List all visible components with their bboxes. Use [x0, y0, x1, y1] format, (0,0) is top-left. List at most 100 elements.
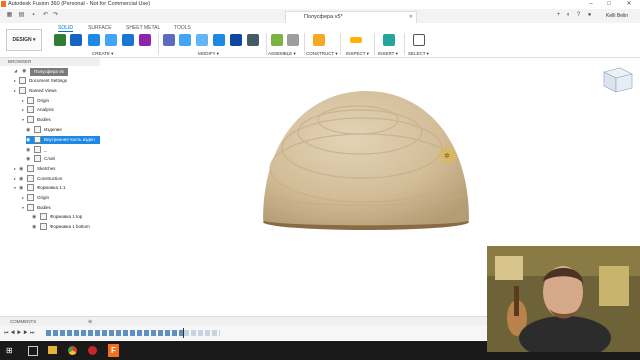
file-explorer-icon[interactable] — [48, 346, 57, 354]
browser-node[interactable]: ▸ Analysis — [22, 106, 54, 114]
task-view-icon[interactable] — [28, 346, 38, 356]
user-name[interactable]: Kelli Belin — [606, 13, 628, 19]
timeline-features[interactable] — [46, 330, 184, 336]
tab-surface[interactable]: SURFACE — [88, 25, 112, 31]
close-button[interactable]: ✕ — [622, 0, 636, 9]
timeline-suppressed-features[interactable] — [184, 330, 220, 336]
browser-node[interactable]: ▸ Document Settings — [14, 77, 67, 85]
tab-sheet-metal[interactable]: SHEET METAL — [126, 25, 160, 31]
document-tab[interactable]: Полусфера v5* ✕ — [285, 11, 417, 23]
select-icon[interactable] — [413, 34, 425, 46]
folder-icon — [27, 97, 34, 105]
save-icon[interactable]: ▪ — [30, 12, 37, 19]
file-icon[interactable]: ▤ — [18, 12, 25, 19]
divider — [304, 33, 305, 55]
divider — [374, 33, 375, 55]
move-icon[interactable] — [247, 34, 259, 46]
expand-arrow-icon[interactable]: ◢ — [14, 68, 17, 73]
browser-node[interactable]: ▸ Named Views — [14, 87, 57, 95]
chrome-icon[interactable] — [68, 346, 77, 355]
body-icon — [34, 155, 41, 163]
folder-icon — [19, 87, 26, 95]
create-menu[interactable]: CREATE ▾ — [92, 51, 113, 57]
visibility-eye-icon[interactable]: ◉ — [22, 68, 26, 74]
sweep-icon[interactable] — [122, 34, 134, 46]
timeline-marker[interactable] — [183, 328, 184, 338]
chamfer-icon[interactable] — [196, 34, 208, 46]
fillet-icon[interactable] — [179, 34, 191, 46]
body-icon — [40, 213, 47, 221]
modify-menu[interactable]: MODIFY ▾ — [198, 51, 219, 57]
toolbar: DESIGN ▾ SOLID SURFACE SHEET METAL TOOLS… — [0, 23, 640, 58]
component-icon — [27, 184, 34, 192]
maximize-button[interactable]: □ — [602, 0, 616, 9]
folder-icon — [27, 116, 34, 124]
tab-solid[interactable]: SOLID — [58, 25, 74, 32]
combine-icon[interactable] — [230, 34, 242, 46]
view-cube[interactable] — [603, 67, 633, 93]
tab-bar: ▦ ▤ ▪ ↶ ↷ Полусфера v5* ✕ + ◐ ? ● Kelli … — [0, 9, 640, 24]
browser-root[interactable]: Полусфера v5 — [30, 68, 68, 76]
user-icon[interactable]: ● — [586, 12, 593, 19]
browser-node[interactable]: ◉ _ — [26, 146, 47, 154]
body-icon — [34, 136, 41, 144]
hemisphere-model[interactable]: ✲ — [263, 91, 469, 230]
tab-tools[interactable]: TOOLS — [174, 25, 191, 31]
browser-node[interactable]: ▸ ◉ Construction — [14, 175, 62, 183]
minimize-button[interactable]: – — [584, 0, 598, 9]
browser-node[interactable]: ◉ Формовка 1 bottom — [32, 223, 90, 231]
browser-header[interactable]: BROWSER — [0, 58, 100, 66]
browser-node[interactable]: ▾ Bodies — [22, 204, 51, 212]
browser-node-selected[interactable]: ◉ Внутренняя часть издел — [26, 136, 102, 144]
inspect-menu[interactable]: INSPECT ▾ — [346, 51, 369, 57]
fusion-logo-icon — [1, 1, 6, 7]
folder-icon — [27, 175, 34, 183]
webcam-overlay — [487, 246, 640, 352]
revolve-icon[interactable] — [105, 34, 117, 46]
browser-node[interactable]: ▾ Bodies — [22, 116, 51, 124]
close-tab-icon[interactable]: ✕ — [409, 14, 413, 20]
browser-node[interactable]: ▾ ◉ Формовка 1:1 — [14, 184, 66, 192]
new-component-assemble-icon[interactable] — [271, 34, 283, 46]
settings-icon — [19, 77, 26, 85]
workspace-switcher[interactable]: DESIGN ▾ — [6, 29, 42, 51]
joint-icon[interactable] — [287, 34, 299, 46]
browser-title: BROWSER — [8, 59, 32, 64]
undo-icon[interactable]: ↶ — [42, 12, 49, 19]
browser-node[interactable]: ▸ Origin — [22, 97, 49, 105]
measure-icon[interactable] — [350, 37, 362, 43]
obs-icon[interactable] — [88, 346, 97, 355]
app-grid-icon[interactable]: ▦ — [6, 12, 13, 19]
folder-icon — [27, 165, 34, 173]
playback-controls-icon[interactable]: ⏮◀▶▶⏭ — [4, 330, 36, 336]
document-tab-title: Полусфера v5* — [304, 14, 343, 20]
insert-menu[interactable]: INSERT ▾ — [378, 51, 398, 57]
folder-icon — [27, 194, 34, 202]
browser-node[interactable]: ◉ Формовка 1 top — [32, 213, 82, 221]
fusion-taskbar-icon[interactable]: F — [108, 344, 119, 357]
body-icon — [34, 126, 41, 134]
window-title: Autodesk Fusion 360 (Personal - Not for … — [8, 1, 151, 7]
select-menu[interactable]: SELECT ▾ — [408, 51, 429, 57]
construct-menu[interactable]: CONSTRUCT ▾ — [306, 51, 338, 57]
loft-icon[interactable] — [139, 34, 151, 46]
job-status-icon[interactable]: ◐ — [565, 12, 572, 19]
browser-node[interactable]: ◉ Изделие — [26, 126, 62, 134]
add-comment-icon[interactable]: ⊕ — [88, 319, 92, 325]
browser-node[interactable]: ◉ Слой — [26, 155, 55, 163]
body-icon — [40, 223, 47, 231]
offset-plane-icon[interactable] — [313, 34, 325, 46]
extrude-icon[interactable] — [88, 34, 100, 46]
start-icon[interactable]: ⊞ — [6, 346, 13, 355]
new-component-icon[interactable] — [54, 34, 66, 46]
add-tab-icon[interactable]: + — [555, 12, 562, 19]
help-icon[interactable]: ? — [575, 12, 582, 19]
browser-node[interactable]: ▸ ◉ Sketches — [14, 165, 56, 173]
create-sketch-icon[interactable] — [70, 34, 82, 46]
redo-icon[interactable]: ↷ — [52, 12, 59, 19]
shell-icon[interactable] — [213, 34, 225, 46]
insert-image-icon[interactable] — [383, 34, 395, 46]
press-pull-icon[interactable] — [163, 34, 175, 46]
browser-node[interactable]: ▸ Origin — [22, 194, 49, 202]
assemble-menu[interactable]: ASSEMBLE ▾ — [268, 51, 296, 57]
